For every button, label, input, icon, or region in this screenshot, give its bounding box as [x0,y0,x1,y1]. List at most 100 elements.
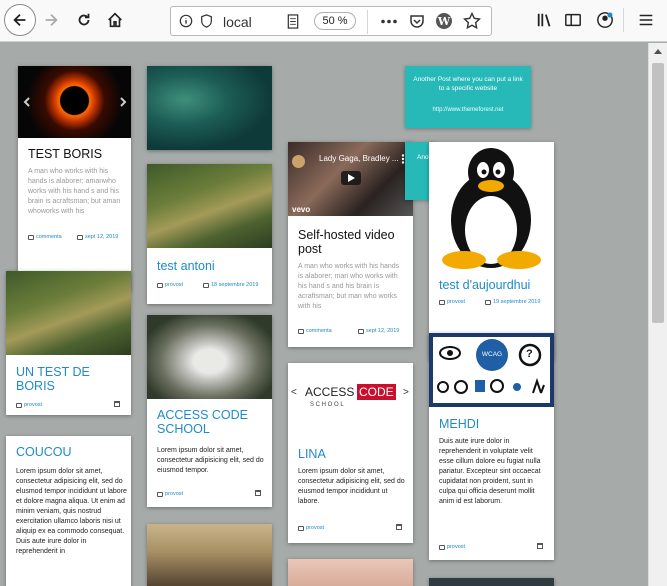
logo-text-access: ACCESS [305,385,355,399]
post-author[interactable]: provost [157,491,183,497]
divider [623,8,624,32]
post-date: sept 12, 2019 [358,328,399,334]
vevo-logo: vevo [292,205,311,214]
post-title[interactable]: ACCESS CODE SCHOOL [157,408,262,436]
post-date: 18 septembre 2019 [203,282,258,288]
post-date: 19 septembre 2019 [485,299,540,305]
svg-text:W: W [437,15,451,28]
reload-icon [78,13,90,26]
post-card[interactable]: Lady Gaga, Bradley ... vevo Self-hosted … [288,142,413,347]
scrollbar-thumb[interactable] [652,63,664,323]
post-comments[interactable]: commenta [298,328,332,334]
page-content: TEST BORIS A man who works with his hand… [0,43,648,586]
user-icon [157,282,163,288]
vertical-scrollbar[interactable] [648,43,667,586]
play-icon [348,174,355,182]
forward-button[interactable] [36,5,66,35]
post-image [288,559,413,586]
user-icon [439,544,445,550]
account-icon [597,12,613,28]
post-author[interactable]: provost [298,525,324,531]
reload-button[interactable] [69,5,99,35]
post-date: sept 12, 2019 [77,234,118,240]
scroll-up-icon[interactable] [654,49,662,54]
post-card[interactable]: COUCOU Lorem ipsum dolor sit amet, conse… [6,436,131,586]
user-icon [16,402,22,408]
post-image [147,66,272,150]
post-card[interactable]: test d'aujourdhui provost 19 septembre 2… [429,142,554,360]
banner-text-partial: Ano [417,154,429,161]
post-card[interactable]: test antoni provost 18 septembre 2019 [147,164,272,304]
post-excerpt: Duis aute irure dolor in reprehenderit i… [439,438,541,505]
user-icon [298,525,304,531]
menu-button[interactable] [631,5,661,35]
post-card[interactable] [147,66,272,150]
post-card[interactable] [429,578,554,586]
post-author[interactable]: provost [157,282,183,288]
shield-icon[interactable] [200,14,213,28]
post-card[interactable]: < > ACCESS CODE S C H O O L LINA Lorem i… [288,363,413,543]
post-author[interactable]: provost [439,544,465,550]
calendar-icon [255,490,261,496]
calendar-icon [114,401,120,407]
post-card[interactable]: TEST BORIS A man who works with his hand… [18,66,131,291]
home-button[interactable] [100,5,130,35]
video-title[interactable]: Lady Gaga, Bradley ... [319,154,399,163]
link-post-banner[interactable]: Another Post where you can put a link to… [405,66,531,128]
logo-text-school: S C H O O L [310,402,344,408]
url-bar[interactable]: local 50 % W [170,6,492,36]
post-author[interactable]: provost [439,299,465,305]
post-card[interactable]: UN TEST DE BORIS provost [6,271,131,415]
post-title[interactable]: MEHDI [439,417,539,431]
post-title[interactable]: UN TEST DE BORIS [16,365,116,393]
library-icon [537,13,551,27]
arrow-right-icon [45,13,58,27]
post-card[interactable]: WCAG ? MEHDI Duis aute irure dolor in re… [429,333,554,560]
divider [367,10,368,34]
post-author[interactable]: provost [16,402,42,408]
user-icon [157,491,163,497]
info-icon[interactable] [179,14,193,28]
post-title[interactable]: test antoni [157,259,257,273]
post-image [147,164,272,248]
url-text[interactable]: local [223,14,252,30]
post-title[interactable]: TEST BORIS [28,147,123,161]
sidebar-button[interactable] [558,5,588,35]
post-card[interactable]: ACCESS CODE SCHOOL Lorem ipsum dolor sit… [147,315,272,507]
post-title[interactable]: LINA [298,447,398,461]
zoom-level[interactable]: 50 % [314,12,356,30]
arrow-left-icon [13,13,26,27]
post-title[interactable]: COUCOU [16,445,116,459]
bookmark-star-icon[interactable] [463,12,481,30]
question-icon: ? [526,348,533,360]
post-card[interactable] [288,559,413,586]
comment-icon [298,328,304,334]
slider-next-icon[interactable] [119,97,127,107]
account-button[interactable] [590,5,620,35]
comment-icon [28,234,34,240]
slider-prev-icon[interactable] [23,97,31,107]
calendar-icon [358,328,364,334]
more-actions-icon[interactable] [381,19,397,24]
back-button[interactable] [4,4,36,36]
wordpress-icon[interactable]: W [435,12,453,30]
post-excerpt: Lorem ipsum dolor sit amet, consectetur … [16,468,127,555]
chevron-left-icon: < [291,387,297,398]
library-button[interactable] [530,5,560,35]
pocket-icon[interactable] [409,13,425,29]
banner-link[interactable]: http://www.themeforest.net [405,107,531,113]
post-card[interactable] [147,524,272,586]
post-excerpt: A man who works with his hands is alabor… [28,168,121,215]
reader-view-icon[interactable] [287,14,299,29]
post-image [18,66,131,138]
sidebar-icon [565,13,581,27]
post-comments[interactable]: commenta [28,234,62,240]
calendar-icon [396,524,402,530]
post-title[interactable]: test d'aujourdhui [439,278,544,292]
hamburger-icon [639,14,653,26]
chevron-right-icon: > [403,387,409,398]
calendar-icon [77,234,83,240]
post-title[interactable]: Self-hosted video post [298,228,408,256]
wcag-label: WCAG [481,351,503,358]
calendar-icon [537,543,543,549]
